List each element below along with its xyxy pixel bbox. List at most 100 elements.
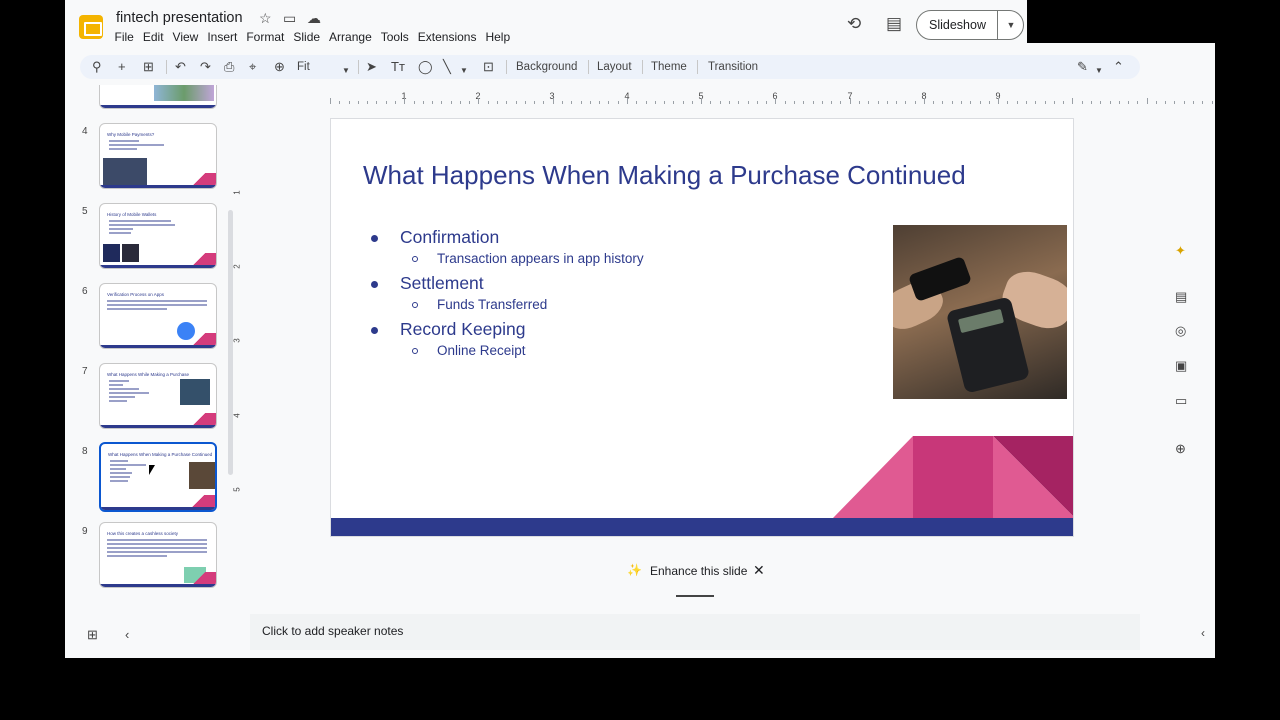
- pen-icon[interactable]: ✎: [1077, 58, 1088, 76]
- comment-add-icon[interactable]: ⊡: [483, 58, 494, 76]
- ruler-tick: [506, 101, 508, 104]
- ruler-tick: [589, 101, 591, 104]
- ruler-tick: [1193, 101, 1195, 104]
- close-icon[interactable]: ✕: [753, 562, 765, 579]
- ruler-tick: [747, 101, 749, 104]
- slide-thumbnail-3[interactable]: [99, 85, 217, 109]
- print-icon[interactable]: ⎙: [224, 58, 234, 76]
- ruler-tick: [571, 101, 573, 104]
- add-on-icon[interactable]: ⊕: [1175, 441, 1186, 457]
- grid-view-icon[interactable]: ⊞: [87, 627, 98, 643]
- ruler-tick: [1211, 101, 1213, 104]
- chevron-left-icon[interactable]: ‹: [125, 627, 129, 642]
- divider: [506, 60, 507, 74]
- slideshow-button[interactable]: Slideshow ▼: [916, 10, 1024, 40]
- move-folder-icon[interactable]: ▭: [283, 10, 296, 27]
- speaker-notes[interactable]: Click to add speaker notes: [250, 614, 1140, 650]
- star-icon[interactable]: ☆: [259, 10, 272, 27]
- menu-edit[interactable]: Edit: [138, 29, 168, 45]
- search-icon[interactable]: ⚲: [92, 58, 102, 76]
- thumbnail-decor: [190, 253, 216, 265]
- slide-thumbnail-6[interactable]: Verification Process on Apps: [99, 283, 217, 349]
- background-button[interactable]: Background: [516, 60, 577, 74]
- cloud-icon[interactable]: ☁: [307, 10, 321, 27]
- transition-button[interactable]: Transition: [708, 60, 758, 74]
- ruler-tick: [487, 101, 489, 104]
- slide-thumbnail-4[interactable]: Why Mobile Payments?: [99, 123, 217, 189]
- menu-slide[interactable]: Slide: [289, 29, 325, 45]
- plus-icon[interactable]: +: [118, 58, 126, 76]
- slides-logo-icon[interactable]: [79, 15, 103, 39]
- thumbnail-band: [100, 105, 216, 108]
- notes-resize-handle[interactable]: [676, 595, 714, 597]
- ruler-tick: [877, 101, 879, 104]
- horizontal-ruler[interactable]: 1 2 3 4 5 6 7 8 9: [330, 90, 1213, 104]
- menu-help[interactable]: Help: [481, 29, 515, 45]
- slide-thumbnail-8[interactable]: What Happens When Making a Purchase Cont…: [99, 442, 217, 512]
- history-icon[interactable]: ⟲: [847, 14, 861, 34]
- decorative-shapes: [833, 436, 1073, 518]
- ruler-tick: [1109, 101, 1111, 104]
- collapse-icon[interactable]: ⌃: [1113, 58, 1124, 76]
- contacts-icon[interactable]: ▣: [1175, 358, 1187, 374]
- ruler-label: 4: [232, 413, 242, 418]
- menu-tools[interactable]: Tools: [376, 29, 413, 45]
- ruler-tick: [1118, 101, 1120, 104]
- menu-extensions[interactable]: Extensions: [413, 29, 481, 45]
- menu-view[interactable]: View: [168, 29, 203, 45]
- ruler-label: 3: [232, 338, 242, 343]
- slide-number: 6: [82, 286, 88, 297]
- shape-icon[interactable]: ◯: [418, 58, 433, 76]
- enhance-chip[interactable]: ✨ Enhance this slide ✕: [621, 560, 771, 582]
- ruler-tick: [1063, 101, 1065, 104]
- slide-title[interactable]: What Happens When Making a Purchase Cont…: [363, 160, 966, 191]
- menu-file[interactable]: File: [110, 29, 138, 45]
- new-slide-icon[interactable]: ⊞: [143, 58, 154, 76]
- ruler-tick: [422, 101, 424, 104]
- thumbnail-image: [122, 244, 139, 262]
- theme-button[interactable]: Theme: [651, 60, 687, 74]
- zoom-icon[interactable]: ⊕: [274, 58, 285, 76]
- line-icon[interactable]: ╲: [443, 58, 451, 76]
- menu-format[interactable]: Format: [242, 29, 289, 45]
- ruler-label: 2: [232, 264, 242, 269]
- ruler-tick: [1016, 101, 1018, 104]
- slide-thumbnail-7[interactable]: What Happens While Making a Purchase: [99, 363, 217, 429]
- slide-thumbnail-9[interactable]: How this creates a cashless society: [99, 522, 217, 588]
- menu-arrange[interactable]: Arrange: [325, 29, 377, 45]
- chevron-down-icon[interactable]: ▼: [342, 62, 350, 80]
- redo-icon[interactable]: ↷: [200, 58, 211, 76]
- zoom-select[interactable]: Fit: [297, 60, 310, 74]
- ruler-tick: [673, 101, 675, 104]
- ruler-tick: [626, 98, 628, 104]
- paint-format-icon[interactable]: ⌖: [249, 58, 256, 76]
- ruler-tick: [961, 101, 963, 104]
- bullet-dot: [371, 235, 378, 242]
- ruler-tick: [1137, 101, 1139, 104]
- chevron-left-icon[interactable]: ‹: [1201, 626, 1205, 640]
- drive-icon[interactable]: ▭: [1175, 393, 1187, 409]
- tasks-icon[interactable]: ◎: [1175, 323, 1186, 339]
- menu-insert[interactable]: Insert: [203, 29, 242, 45]
- chevron-down-icon[interactable]: ▼: [460, 62, 468, 80]
- slide-thumbnail-5[interactable]: History of Mobile Wallets: [99, 203, 217, 269]
- textbox-icon[interactable]: Tт: [391, 58, 405, 76]
- ruler-tick: [524, 101, 526, 104]
- payment-terminal-photo[interactable]: [893, 225, 1067, 399]
- vertical-ruler[interactable]: 1 2 3 4 5: [232, 118, 247, 536]
- chevron-down-icon[interactable]: ▼: [997, 11, 1024, 39]
- comment-icon[interactable]: ▤: [886, 14, 902, 34]
- chevron-down-icon[interactable]: ▼: [1095, 62, 1103, 80]
- ruler-tick: [478, 98, 480, 104]
- ruler-tick: [784, 101, 786, 104]
- document-title[interactable]: fintech presentation: [116, 10, 243, 26]
- ruler-label: 1: [232, 190, 242, 195]
- undo-icon[interactable]: ↶: [175, 58, 186, 76]
- ruler-tick: [367, 101, 369, 104]
- slide-canvas[interactable]: What Happens When Making a Purchase Cont…: [330, 118, 1074, 537]
- gemini-icon[interactable]: ✦: [1175, 243, 1186, 259]
- layout-button[interactable]: Layout: [597, 60, 632, 74]
- select-icon[interactable]: ➤: [366, 58, 377, 76]
- keep-icon[interactable]: ▤: [1175, 289, 1187, 305]
- ruler-tick: [821, 101, 823, 104]
